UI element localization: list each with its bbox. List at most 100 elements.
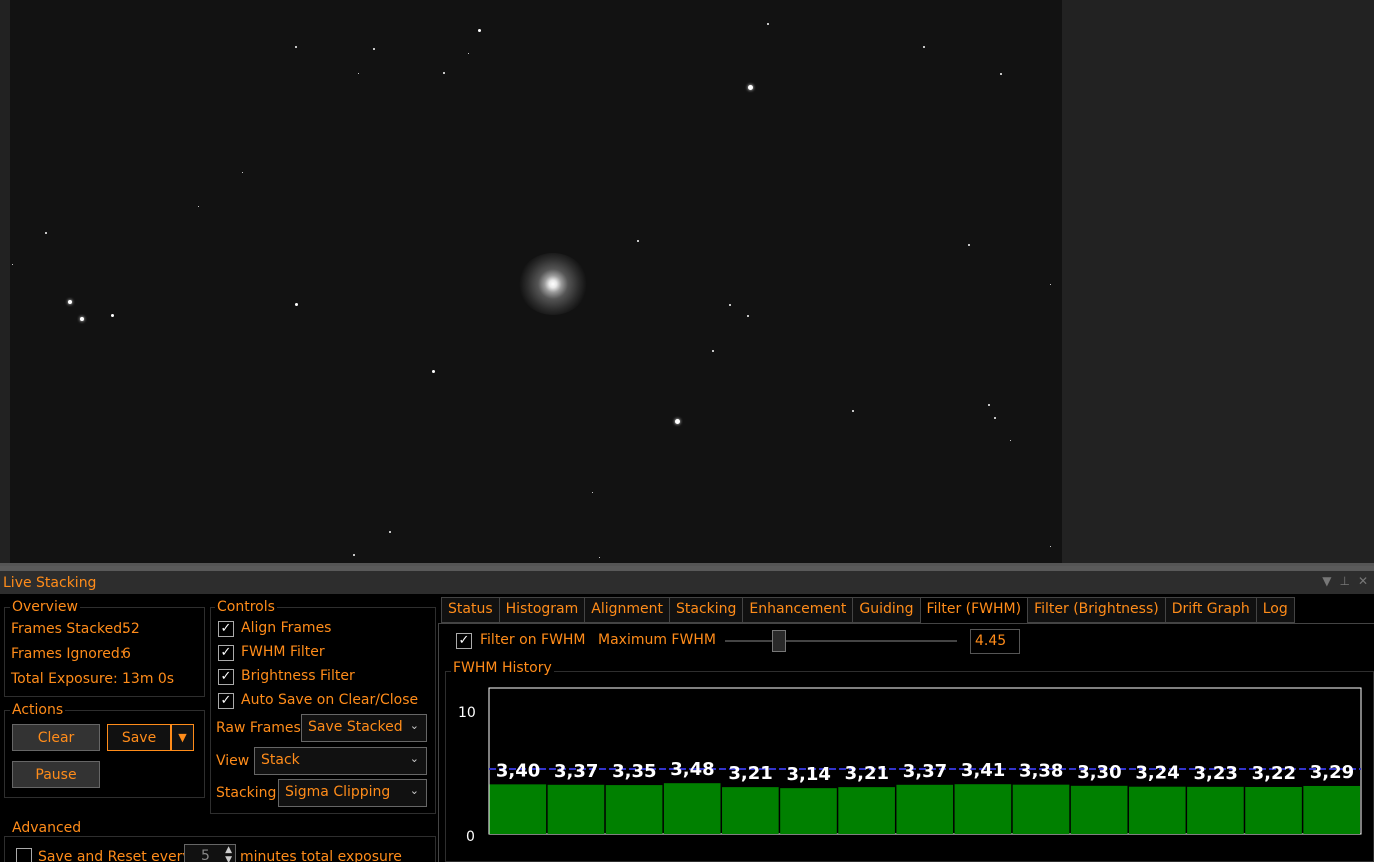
auto-save-checkbox[interactable]: ✓ <box>218 693 234 709</box>
stacked-image[interactable] <box>10 0 1062 563</box>
data-label: 3,38 <box>1019 761 1063 782</box>
chevron-down-icon: ⌄ <box>409 719 419 732</box>
tab-histogram[interactable]: Histogram <box>498 597 585 623</box>
bar <box>954 784 1012 834</box>
star <box>295 46 297 48</box>
bar <box>838 787 895 834</box>
save-options-button[interactable]: ▼ <box>171 724 194 751</box>
y-tick-label: 10 <box>458 705 476 721</box>
star <box>1049 283 1051 285</box>
viewport-background <box>1062 0 1374 563</box>
view-select[interactable]: Stack ⌄ <box>254 747 427 775</box>
star <box>1009 439 1011 441</box>
pin-icon[interactable]: ⊥ <box>1339 574 1349 588</box>
stacking-select[interactable]: Sigma Clipping ⌄ <box>278 779 427 807</box>
bar <box>547 784 605 834</box>
tab-filter-brightness[interactable]: Filter (Brightness) <box>1027 597 1165 623</box>
advanced-label: Advanced <box>10 820 84 836</box>
bar <box>1303 785 1360 834</box>
star <box>1000 73 1002 75</box>
fwhm-history-label: FWHM History <box>451 660 554 676</box>
maximum-fwhm-label: Maximum FWHM <box>598 632 716 648</box>
data-label: 3,48 <box>670 759 714 780</box>
stacking-value: Sigma Clipping <box>285 784 391 800</box>
save-reset-checkbox[interactable] <box>16 848 32 862</box>
fwhm-filter-checkbox[interactable]: ✓ <box>218 645 234 661</box>
star <box>968 244 970 246</box>
max-fwhm-slider-thumb[interactable] <box>772 630 786 652</box>
bar <box>896 784 954 834</box>
star <box>431 369 435 373</box>
actions-label: Actions <box>10 702 66 718</box>
data-label: 3,23 <box>1193 763 1237 784</box>
brightness-filter-checkbox[interactable]: ✓ <box>218 669 234 685</box>
frames-stacked-label: Frames Stacked: <box>11 621 127 637</box>
star <box>767 23 769 25</box>
bar <box>1128 786 1186 834</box>
tab-alignment[interactable]: Alignment <box>584 597 669 623</box>
align-frames-label: Align Frames <box>241 620 332 636</box>
live-stacking-panel: Live Stacking ▼ ⊥ ✕ Overview Frames Stac… <box>0 566 1374 862</box>
save-reset-label: Save and Reset every <box>38 849 191 862</box>
galaxy <box>518 253 588 315</box>
data-label: 3,37 <box>903 761 947 782</box>
filter-on-fwhm-checkbox[interactable]: ✓ <box>456 633 472 649</box>
controls-label: Controls <box>215 599 277 615</box>
star <box>110 313 114 317</box>
star <box>852 410 854 412</box>
tab-drift-graph[interactable]: Drift Graph <box>1164 597 1256 623</box>
y-tick-label: 0 <box>466 829 475 845</box>
star <box>637 240 639 242</box>
chevron-down-icon: ⌄ <box>409 752 419 765</box>
view-value: Stack <box>261 752 300 768</box>
panel-title: Live Stacking <box>3 575 97 591</box>
data-label: 3,22 <box>1252 763 1296 784</box>
total-exposure-value: 13m 0s <box>122 671 175 687</box>
tab-filter-fwhm[interactable]: Filter (FWHM) <box>919 597 1028 624</box>
tab-strip: Status Histogram Alignment Stacking Enha… <box>441 597 1295 624</box>
frames-ignored-value: 6 <box>122 646 131 662</box>
minutes-stepper[interactable]: 5 ▲ ▼ <box>184 844 236 862</box>
close-icon[interactable]: ✕ <box>1358 574 1368 588</box>
tab-enhancement[interactable]: Enhancement <box>742 597 853 623</box>
filter-on-fwhm-label: Filter on FWHM <box>480 632 586 648</box>
dropdown-icon[interactable]: ▼ <box>1322 574 1331 588</box>
brightness-filter-label: Brightness Filter <box>241 668 355 684</box>
tab-guiding[interactable]: Guiding <box>852 597 920 623</box>
max-fwhm-slider-track[interactable] <box>725 640 957 642</box>
bar <box>1187 786 1244 834</box>
total-exposure-label: Total Exposure: <box>11 671 118 687</box>
star <box>747 84 753 90</box>
tab-log[interactable]: Log <box>1255 597 1295 623</box>
data-label: 3,30 <box>1077 762 1121 783</box>
pause-button[interactable]: Pause <box>12 761 100 788</box>
data-label: 3,37 <box>554 761 598 782</box>
raw-frames-select[interactable]: Save Stacked ⌄ <box>301 714 427 742</box>
star <box>729 304 731 306</box>
data-label: 3,14 <box>787 764 831 785</box>
star <box>353 554 355 556</box>
star <box>988 404 990 406</box>
minutes-suffix-label: minutes total exposure <box>240 849 402 862</box>
star <box>45 232 47 234</box>
fwhm-filter-label: FWHM Filter <box>241 644 325 660</box>
data-label: 3,21 <box>845 763 889 784</box>
star <box>477 28 481 32</box>
star <box>712 350 714 352</box>
star <box>241 171 243 173</box>
tab-stacking[interactable]: Stacking <box>668 597 743 623</box>
star <box>68 300 72 304</box>
save-button[interactable]: Save <box>107 724 171 751</box>
star <box>598 556 600 558</box>
clear-button[interactable]: Clear <box>12 724 100 751</box>
align-frames-checkbox[interactable]: ✓ <box>218 621 234 637</box>
star <box>994 417 996 419</box>
bar <box>1070 785 1128 834</box>
star <box>294 302 298 306</box>
stepper-arrows-icon[interactable]: ▲ ▼ <box>225 845 232 862</box>
image-viewport[interactable] <box>0 0 1374 566</box>
data-label: 3,41 <box>961 760 1005 781</box>
tab-status[interactable]: Status <box>441 597 499 623</box>
stacking-label: Stacking <box>216 785 277 801</box>
max-fwhm-input[interactable]: 4.45 <box>970 629 1020 654</box>
